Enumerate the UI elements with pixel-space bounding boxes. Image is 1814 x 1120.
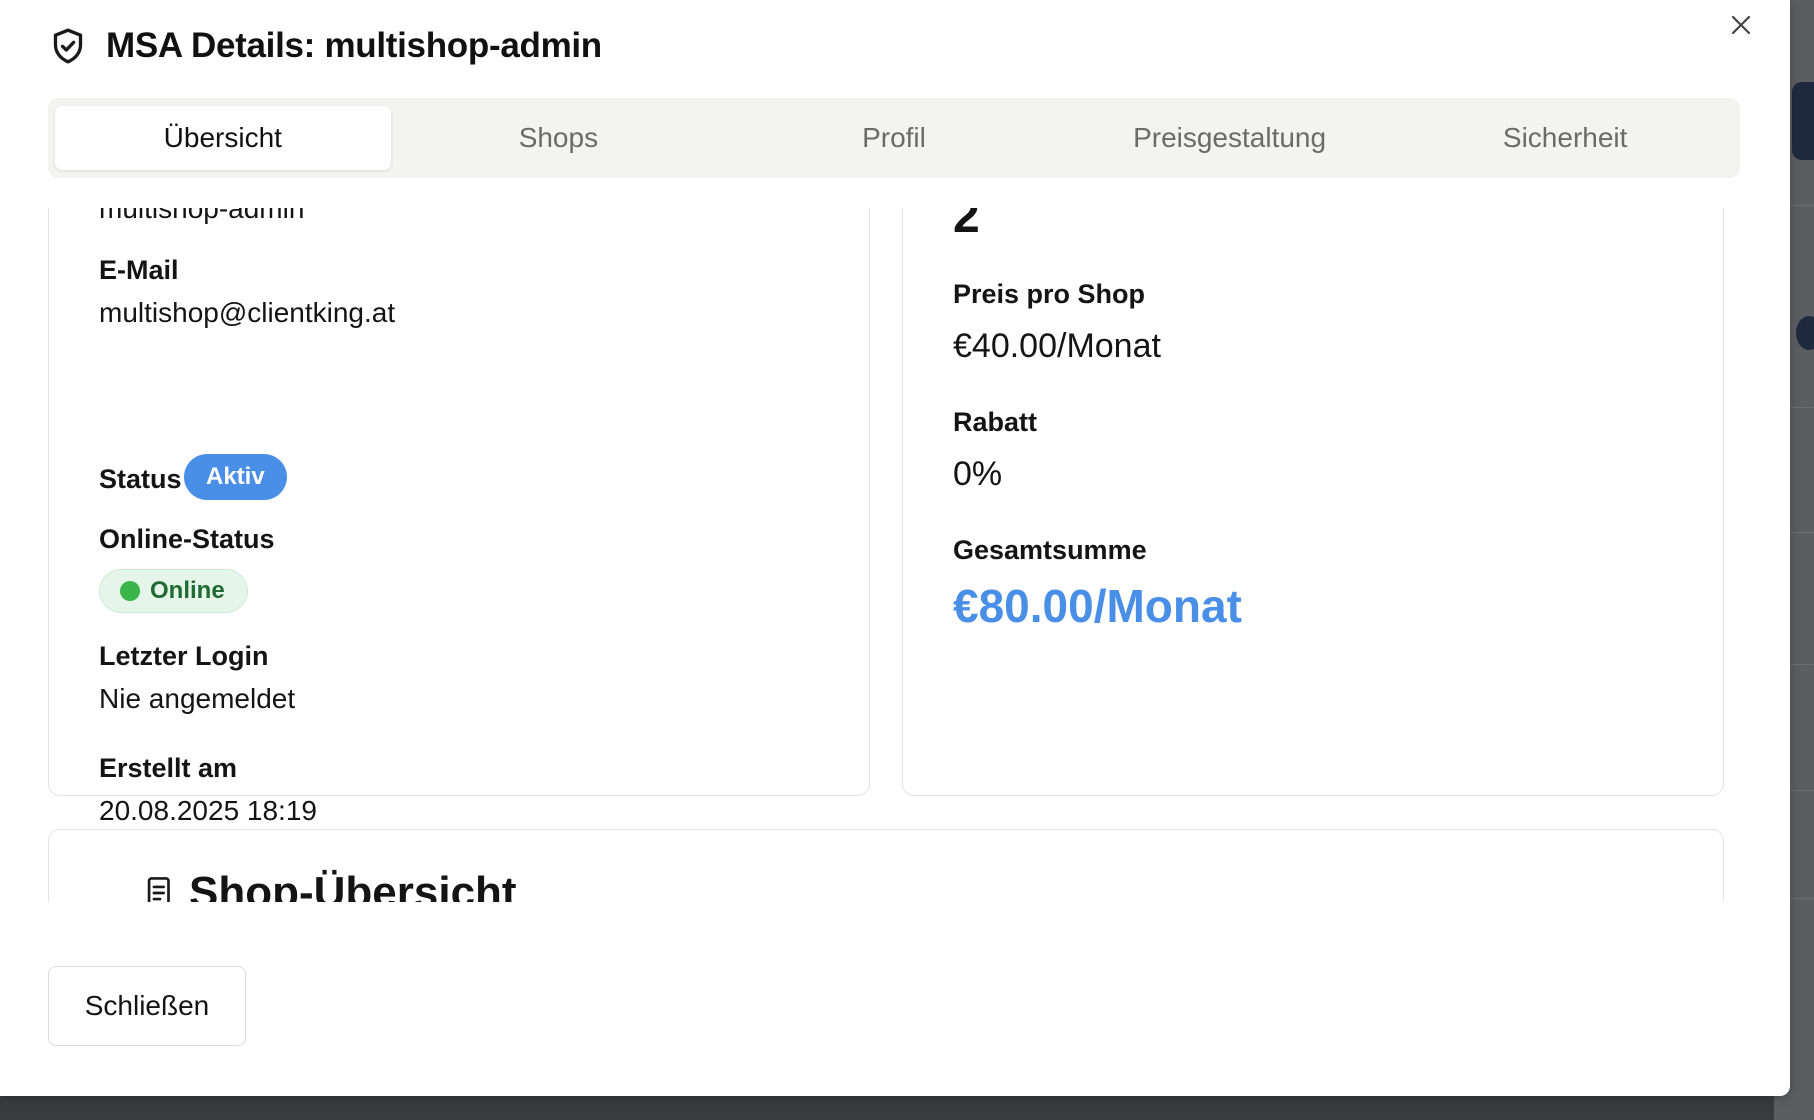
created-value: 20.08.2025 18:19 xyxy=(99,795,317,826)
discount-value: 0% xyxy=(953,455,1003,493)
tab-shops[interactable]: Shops xyxy=(391,106,727,170)
username-value: multishop-admin xyxy=(99,208,305,224)
close-button[interactable]: Schließen xyxy=(48,966,246,1046)
status-badge: Aktiv xyxy=(184,454,287,500)
dialog-content-scroll[interactable]: multishop-admin E-Mail multishop@clientk… xyxy=(0,208,1790,902)
tab-profil[interactable]: Profil xyxy=(726,106,1062,170)
online-status-badge: Online xyxy=(99,569,248,613)
price-per-shop-label: Preis pro Shop xyxy=(953,279,1146,309)
last-login-value: Nie angemeldet xyxy=(99,683,296,714)
document-icon xyxy=(147,877,170,902)
price-per-shop-value: €40.00/Monat xyxy=(953,327,1161,365)
pricing-card: 2 Preis pro Shop €40.00/Monat Rabatt 0% … xyxy=(902,208,1724,796)
online-dot-icon xyxy=(120,581,140,601)
tab-uebersicht[interactable]: Übersicht xyxy=(55,106,391,170)
tab-preisgestaltung[interactable]: Preisgestaltung xyxy=(1062,106,1398,170)
dialog-title: MSA Details: multishop-admin xyxy=(106,26,602,65)
shop-overview-title: Shop-Übersicht xyxy=(189,868,517,902)
status-label: Status xyxy=(99,464,182,494)
close-icon[interactable] xyxy=(1726,10,1756,40)
shop-count-value: 2 xyxy=(953,208,980,243)
shop-overview-card: Shop-Übersicht xyxy=(48,829,1724,902)
background-element xyxy=(1792,82,1814,160)
account-info-card: multishop-admin E-Mail multishop@clientk… xyxy=(48,208,870,826)
created-label: Erstellt am xyxy=(99,753,238,783)
email-value: multishop@clientking.at xyxy=(99,297,396,328)
tab-bar: Übersicht Shops Profil Preisgestaltung S… xyxy=(48,98,1740,178)
email-label: E-Mail xyxy=(99,255,179,285)
dialog-header: MSA Details: multishop-admin xyxy=(48,18,602,74)
total-label: Gesamtsumme xyxy=(953,535,1147,565)
tab-sicherheit[interactable]: Sicherheit xyxy=(1397,106,1733,170)
shield-check-icon xyxy=(53,28,83,64)
online-status-text: Online xyxy=(150,577,225,604)
total-value: €80.00/Monat xyxy=(953,580,1242,632)
last-login-label: Letzter Login xyxy=(99,641,269,671)
shop-overview-heading: Shop-Übersicht xyxy=(145,868,517,902)
online-status-label: Online-Status xyxy=(99,524,275,554)
discount-label: Rabatt xyxy=(953,407,1038,437)
msa-details-dialog: MSA Details: multishop-admin Übersicht S… xyxy=(0,0,1790,1096)
